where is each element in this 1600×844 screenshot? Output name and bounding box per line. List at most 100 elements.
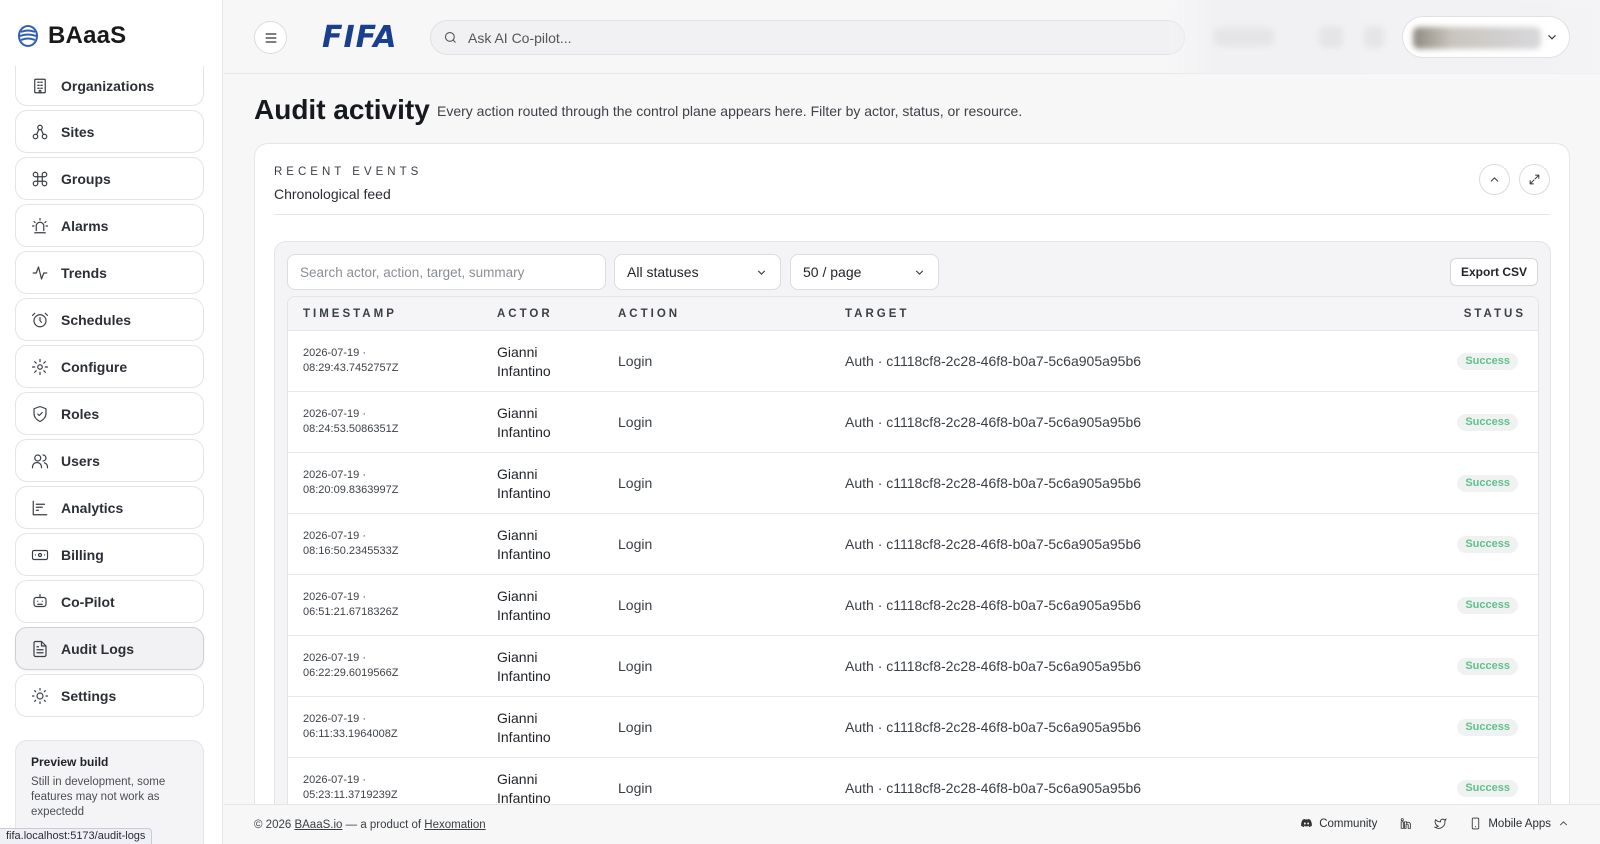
sidebar-item-label: Co-Pilot (61, 593, 115, 610)
action-cell: Login (618, 475, 653, 491)
actor-first-name: Gianni (497, 588, 538, 604)
actor-last-name: Infantino (497, 363, 551, 379)
table-row[interactable]: 2026-07-19 · 06:51:21.6718326Z Gianni Infan… (288, 575, 1538, 636)
mobile-apps-link[interactable]: Mobile Apps (1469, 817, 1570, 830)
collapse-button[interactable] (1479, 164, 1510, 195)
status-badge: Success (1457, 658, 1518, 675)
audit-table-panel: All statuses 50 / page Export CSV TIMEST… (274, 241, 1551, 844)
sidebar-item-billing[interactable]: Billing (15, 533, 204, 576)
sidebar-item-trends[interactable]: Trends (15, 251, 204, 294)
table-row[interactable]: 2026-07-19 · 06:22:29.6019566Z Gianni Infan… (288, 636, 1538, 697)
status-badge: Success (1457, 780, 1518, 797)
copyright: © 2026 BAaaS.io — a product of Hexomatio… (254, 819, 486, 831)
sidebar-item-co-pilot[interactable]: Co-Pilot (15, 580, 204, 623)
sidebar-item-label: Configure (61, 358, 128, 375)
sidebar-item-settings[interactable]: Settings (15, 674, 204, 717)
user-menu-button[interactable] (1402, 16, 1570, 58)
status-badge: Success (1457, 353, 1518, 370)
actor-cell: Gianni Infantino (497, 648, 551, 686)
sidebar-item-sites[interactable]: Sites (15, 110, 204, 153)
column-header-actor[interactable]: ACTOR (497, 308, 553, 320)
actor-first-name: Gianni (497, 710, 538, 726)
actor-last-name: Infantino (497, 729, 551, 745)
action-cell: Login (618, 719, 653, 735)
chevron-down-icon (915, 269, 924, 275)
sidebar-item-schedules[interactable]: Schedules (15, 298, 204, 341)
sidebar-item-label: Alarms (61, 217, 109, 234)
brand[interactable]: BAaaS (16, 22, 126, 50)
table-row[interactable]: 2026-07-19 · 08:24:53.5086351Z Gianni Infan… (288, 392, 1538, 453)
shield-icon (33, 405, 47, 422)
export-csv-button[interactable]: Export CSV (1449, 258, 1538, 286)
timestamp-time: 06:11:33.1964008Z (303, 728, 398, 740)
table-row[interactable]: 2026-07-19 · 08:20:09.8363997Z Gianni Infan… (288, 453, 1538, 514)
sidebar-item-label: Schedules (61, 311, 132, 328)
sidebar-item-label: Users (61, 452, 100, 469)
status-badge: Success (1457, 414, 1518, 431)
actor-cell: Gianni Infantino (497, 770, 551, 808)
parent-company-link[interactable]: Hexomation (424, 819, 485, 831)
footer-links: Community Mobile Apps (1300, 817, 1570, 830)
chart-icon (32, 500, 48, 515)
actor-last-name: Infantino (497, 668, 551, 684)
timestamp-cell: 2026-07-19 · 08:24:53.5086351Z (303, 407, 398, 437)
org-logo[interactable]: FIFA (322, 20, 398, 55)
action-cell: Login (618, 597, 653, 613)
table-row[interactable]: 2026-07-19 · 06:11:33.1964008Z Gianni Infan… (288, 697, 1538, 758)
actor-cell: Gianni Infantino (497, 465, 551, 503)
command-icon (32, 171, 48, 186)
page-subtitle: Every action routed through the control … (437, 103, 1023, 119)
column-header-timestamp[interactable]: TIMESTAMP (303, 308, 397, 320)
target-cell: Auth · c1118cf8-2c28-46f8-b0a7-5c6a905a9… (845, 536, 1142, 552)
file-text-icon (33, 640, 47, 657)
status-filter-select[interactable]: All statuses (614, 254, 781, 290)
menu-toggle-button[interactable] (254, 21, 287, 54)
actor-cell: Gianni Infantino (497, 343, 551, 381)
status-badge: Success (1457, 719, 1518, 736)
timestamp-time: 08:29:43.7452757Z (303, 362, 399, 374)
table-row[interactable]: 2026-07-19 · 08:29:43.7452757Z Gianni Infan… (288, 331, 1538, 392)
column-header-target[interactable]: TARGET (845, 308, 909, 320)
sidebar-item-label: Settings (61, 687, 117, 704)
community-link[interactable]: Community (1300, 817, 1377, 830)
activity-icon (32, 265, 48, 280)
actor-cell: Gianni Infantino (497, 526, 551, 564)
sidebar-item-label: Audit Logs (61, 640, 135, 657)
audit-search-input[interactable] (287, 254, 606, 290)
target-cell: Auth · c1118cf8-2c28-46f8-b0a7-5c6a905a9… (845, 719, 1142, 735)
sidebar-item-audit-logs[interactable]: Audit Logs (15, 627, 204, 670)
sidebar-item-users[interactable]: Users (15, 439, 204, 482)
sidebar-item-alarms[interactable]: Alarms (15, 204, 204, 247)
sidebar-item-groups[interactable]: Groups (15, 157, 204, 200)
copilot-search-input[interactable] (468, 29, 1148, 46)
chevron-up-icon (1559, 821, 1568, 826)
table-body: 2026-07-19 · 08:29:43.7452757Z Gianni Infan… (288, 331, 1538, 819)
twitter-link[interactable] (1434, 817, 1448, 830)
sites-icon (32, 124, 48, 139)
target-cell: Auth · c1118cf8-2c28-46f8-b0a7-5c6a905a9… (845, 353, 1142, 369)
timestamp-time: 08:16:50.2345533Z (303, 545, 399, 557)
search-icon (444, 31, 456, 43)
column-header-action[interactable]: ACTION (618, 308, 680, 320)
copilot-search[interactable] (430, 20, 1185, 55)
copyright-prefix: © 2026 (254, 819, 292, 831)
sidebar-item-analytics[interactable]: Analytics (15, 486, 204, 529)
brand-logo-icon (18, 25, 38, 47)
page-size-select[interactable]: 50 / page (790, 254, 939, 290)
actor-cell: Gianni Infantino (497, 404, 551, 442)
column-header-status[interactable]: STATUS (1464, 308, 1526, 320)
linkedin-link[interactable] (1399, 817, 1412, 830)
actor-last-name: Infantino (497, 424, 551, 440)
sidebar-item-configure[interactable]: Configure (15, 345, 204, 388)
table-row[interactable]: 2026-07-19 · 08:16:50.2345533Z Gianni Infan… (288, 514, 1538, 575)
company-link[interactable]: BAaaS.io (294, 819, 342, 831)
footer: © 2026 BAaaS.io — a product of Hexomatio… (224, 804, 1600, 844)
expand-button[interactable] (1519, 164, 1550, 195)
sidebar-item-organizations[interactable]: Organizations (15, 66, 204, 106)
chevron-up-icon (1490, 177, 1499, 182)
actor-last-name: Infantino (497, 546, 551, 562)
cog-icon (31, 687, 49, 704)
sidebar-item-roles[interactable]: Roles (15, 392, 204, 435)
sidebar-item-label: Groups (61, 170, 111, 187)
actor-first-name: Gianni (497, 405, 538, 421)
